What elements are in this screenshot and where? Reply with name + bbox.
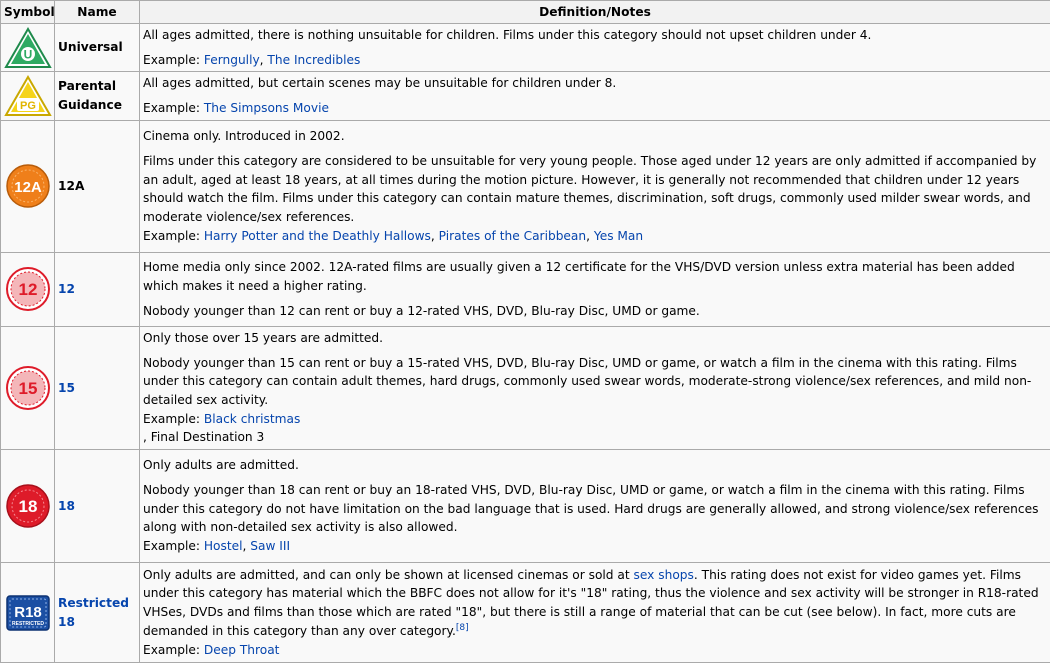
table-row: 12A 12A Cinema only. Introduced in 2002.… bbox=[1, 120, 1050, 252]
table-row: PG Parental Guidance All ages admitted, … bbox=[1, 72, 1050, 120]
header-symbol: Symbol bbox=[1, 1, 55, 24]
header-definition: Definition/Notes bbox=[140, 1, 1050, 24]
symbol-cell: 15 bbox=[1, 326, 55, 449]
name-cell: 12A bbox=[55, 120, 140, 252]
name-cell: 15 bbox=[55, 326, 140, 449]
definition-text: Nobody younger than 15 can rent or buy a… bbox=[143, 354, 1047, 448]
r18-rating-icon: R18 RESTRICTED bbox=[5, 592, 51, 634]
name-cell: 18 bbox=[55, 450, 140, 563]
name-cell: Universal bbox=[55, 24, 140, 72]
rating-18-link[interactable]: 18 bbox=[58, 499, 75, 513]
example-link[interactable]: Deep Throat bbox=[204, 643, 280, 657]
definition-cell: Home media only since 2002. 12A-rated fi… bbox=[140, 252, 1050, 326]
svg-text:12: 12 bbox=[18, 280, 37, 299]
example-line: Example: The Simpsons Movie bbox=[143, 99, 1047, 118]
name-cell: Restricted 18 bbox=[55, 563, 140, 663]
symbol-cell: R18 RESTRICTED bbox=[1, 563, 55, 663]
definition-text: Home media only since 2002. 12A-rated fi… bbox=[143, 258, 1047, 295]
definition-text: Films under this category are considered… bbox=[143, 152, 1047, 246]
table-row: 12 12 Home media only since 2002. 12A-ra… bbox=[1, 252, 1050, 326]
svg-text:18: 18 bbox=[18, 497, 37, 516]
svg-text:R18: R18 bbox=[14, 604, 42, 621]
ratings-table: Symbol Name Definition/Notes U Universal… bbox=[0, 0, 1050, 663]
definition-text: All ages admitted, there is nothing unsu… bbox=[143, 26, 1047, 45]
svg-text:PG: PG bbox=[20, 100, 36, 112]
svg-text:U: U bbox=[24, 47, 33, 61]
svg-text:RESTRICTED: RESTRICTED bbox=[12, 621, 44, 627]
example-link[interactable]: Saw III bbox=[250, 539, 290, 553]
definition-text: Only adults are admitted. bbox=[143, 456, 1047, 475]
sex-shops-link[interactable]: sex shops bbox=[634, 568, 694, 582]
svg-text:12A: 12A bbox=[14, 179, 42, 196]
reference-link[interactable]: [8] bbox=[456, 623, 469, 633]
rating-12-link[interactable]: 12 bbox=[58, 282, 75, 296]
definition-cell: Only adults are admitted, and can only b… bbox=[140, 563, 1050, 663]
example-link[interactable]: The Incredibles bbox=[267, 53, 360, 67]
example-link[interactable]: Black christmas bbox=[204, 412, 301, 426]
symbol-cell: 12 bbox=[1, 252, 55, 326]
definition-text: Nobody younger than 12 can rent or buy a… bbox=[143, 302, 1047, 321]
name-cell: 12 bbox=[55, 252, 140, 326]
example-link[interactable]: Hostel bbox=[204, 539, 243, 553]
rating-15-link[interactable]: 15 bbox=[58, 381, 75, 395]
definition-cell: Only those over 15 years are admitted. N… bbox=[140, 326, 1050, 449]
definition-text: Only those over 15 years are admitted. bbox=[143, 329, 1047, 348]
table-row: 18 18 Only adults are admitted. Nobody y… bbox=[1, 450, 1050, 563]
definition-text: All ages admitted, but certain scenes ma… bbox=[143, 74, 1047, 93]
example-link[interactable]: Harry Potter and the Deathly Hallows bbox=[204, 229, 431, 243]
symbol-cell: U bbox=[1, 24, 55, 72]
header-name: Name bbox=[55, 1, 140, 24]
table-row: 15 15 Only those over 15 years are admit… bbox=[1, 326, 1050, 449]
rating-r18-link[interactable]: Restricted 18 bbox=[58, 596, 129, 629]
12a-rating-icon: 12A bbox=[5, 163, 51, 209]
table-row: U Universal All ages admitted, there is … bbox=[1, 24, 1050, 72]
18-rating-icon: 18 bbox=[5, 483, 51, 529]
header-row: Symbol Name Definition/Notes bbox=[1, 1, 1050, 24]
example-line: Example: Ferngully, The Incredibles bbox=[143, 51, 1047, 70]
symbol-cell: PG bbox=[1, 72, 55, 120]
example-link[interactable]: Pirates of the Caribbean bbox=[439, 229, 586, 243]
symbol-cell: 18 bbox=[1, 450, 55, 563]
definition-cell: Only adults are admitted. Nobody younger… bbox=[140, 450, 1050, 563]
definition-text: Nobody younger than 18 can rent or buy a… bbox=[143, 481, 1047, 556]
definition-cell: All ages admitted, there is nothing unsu… bbox=[140, 24, 1050, 72]
12-rating-icon: 12 bbox=[5, 266, 51, 312]
definition-text: Cinema only. Introduced in 2002. bbox=[143, 127, 1047, 146]
table-row: R18 RESTRICTED Restricted 18 Only adults… bbox=[1, 563, 1050, 663]
definition-cell: Cinema only. Introduced in 2002. Films u… bbox=[140, 120, 1050, 252]
svg-text:15: 15 bbox=[18, 379, 37, 398]
pg-rating-icon: PG bbox=[4, 75, 52, 117]
u-rating-icon: U bbox=[4, 27, 52, 69]
symbol-cell: 12A bbox=[1, 120, 55, 252]
example-link[interactable]: Ferngully bbox=[204, 53, 260, 67]
example-link[interactable]: Yes Man bbox=[594, 229, 643, 243]
15-rating-icon: 15 bbox=[5, 365, 51, 411]
name-cell: Parental Guidance bbox=[55, 72, 140, 120]
definition-text: Only adults are admitted, and can only b… bbox=[143, 566, 1047, 660]
example-link[interactable]: The Simpsons Movie bbox=[204, 101, 329, 115]
definition-cell: All ages admitted, but certain scenes ma… bbox=[140, 72, 1050, 120]
